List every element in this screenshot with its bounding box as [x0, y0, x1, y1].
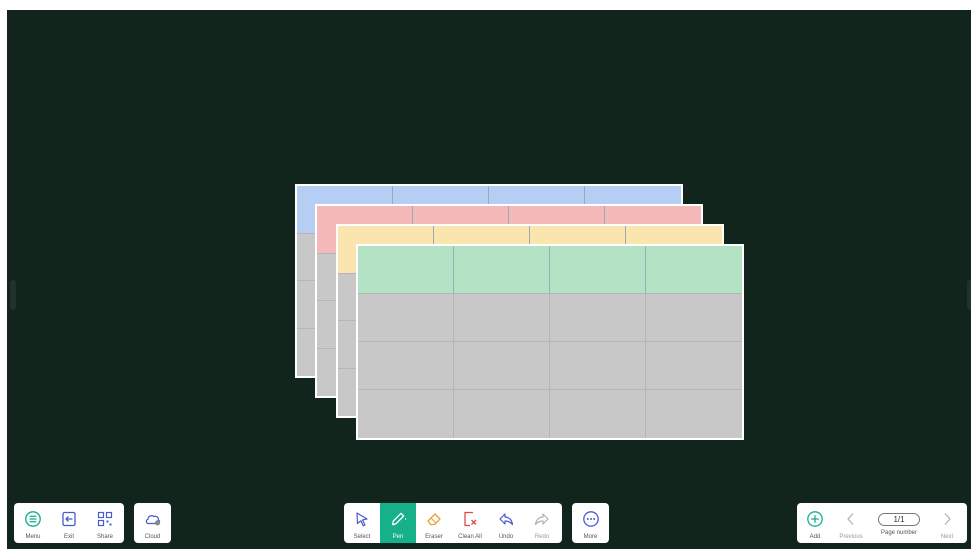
left-toolbar: Menu Exit Share: [14, 503, 124, 543]
add-page-button[interactable]: Add: [797, 503, 833, 543]
next-label: Next: [940, 534, 954, 540]
table-sheet-green[interactable]: [356, 244, 744, 440]
chevron-right-icon: [944, 513, 951, 525]
exit-label: Exit: [63, 534, 74, 540]
cloud-toolbar: Cloud: [134, 503, 171, 543]
previous-page-button[interactable]: Previous: [833, 503, 869, 543]
more-button[interactable]: More: [572, 503, 609, 543]
share-button[interactable]: Share: [87, 503, 123, 543]
cursor-arrow-icon: [356, 512, 368, 527]
table-cell: [358, 342, 454, 390]
eraser-label: Eraser: [425, 534, 443, 540]
select-label: Select: [353, 534, 371, 540]
exit-button[interactable]: Exit: [51, 503, 87, 543]
cloud-button[interactable]: Cloud: [134, 503, 171, 543]
eraser-icon: [427, 513, 441, 526]
undo-arrow-icon: [499, 513, 514, 526]
qr-code-icon: [97, 511, 113, 527]
clear-page-icon: [464, 511, 477, 527]
undo-label: Undo: [498, 534, 514, 540]
page-number-control[interactable]: 1/1 Page number: [869, 503, 929, 543]
table-cell: [550, 342, 646, 390]
table-cell: [550, 390, 646, 438]
table-cell: [358, 390, 454, 438]
select-button[interactable]: Select: [344, 503, 380, 543]
page-number-label: Page number: [880, 530, 918, 536]
more-label: More: [583, 534, 598, 540]
redo-label: Redo: [534, 534, 550, 540]
center-toolbar: Select Pen Eraser Clean All Undo Redo: [344, 503, 562, 543]
share-label: Share: [96, 534, 113, 540]
plus-circle-icon: [807, 511, 823, 527]
redo-arrow-icon: [534, 513, 549, 526]
table-cell: [454, 342, 550, 390]
cloud-label: Cloud: [144, 534, 161, 540]
table-header-cell: [550, 246, 646, 294]
table-header-cell: [646, 246, 742, 294]
more-toolbar: More: [572, 503, 609, 543]
table-cell: [550, 294, 646, 342]
ellipsis-circle-icon: [582, 511, 599, 527]
clear-all-label: Clean All: [458, 534, 482, 540]
chevron-left-icon: [847, 513, 854, 525]
clear-all-button[interactable]: Clean All: [452, 503, 488, 543]
pen-button[interactable]: Pen: [380, 503, 416, 543]
cloud-user-icon: [145, 515, 160, 526]
undo-button[interactable]: Undo: [488, 503, 524, 543]
table-cell: [454, 390, 550, 438]
hamburger-circle-icon: [25, 511, 41, 527]
right-toolbar: Add Previous 1/1 Page number Next: [797, 503, 967, 543]
table-cell: [646, 390, 742, 438]
right-edge-handle[interactable]: [967, 280, 971, 310]
menu-label: Menu: [25, 534, 41, 540]
table-cell: [646, 342, 742, 390]
menu-button[interactable]: Menu: [15, 503, 51, 543]
pen-icon: [391, 512, 407, 526]
table-cell: [646, 294, 742, 342]
table-header-cell: [454, 246, 550, 294]
left-edge-handle[interactable]: [10, 280, 16, 310]
eraser-button[interactable]: Eraser: [416, 503, 452, 543]
exit-arrow-icon: [62, 511, 76, 527]
pen-label: Pen: [392, 534, 404, 540]
table-header-cell: [358, 246, 454, 294]
table-cell: [358, 294, 454, 342]
redo-button[interactable]: Redo: [524, 503, 560, 543]
add-label: Add: [809, 534, 821, 540]
previous-label: Previous: [839, 534, 863, 540]
whiteboard-canvas[interactable]: [7, 10, 971, 549]
page-number-field[interactable]: 1/1: [878, 513, 920, 526]
table-cell: [454, 294, 550, 342]
next-page-button[interactable]: Next: [929, 503, 965, 543]
